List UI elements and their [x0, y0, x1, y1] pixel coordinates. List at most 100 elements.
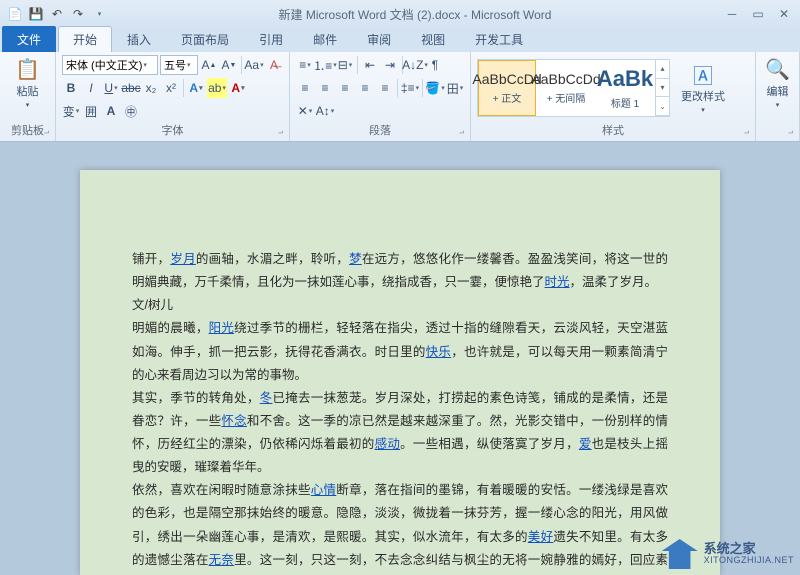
window-title: 新建 Microsoft Word 文档 (2).docx - Microsof…: [108, 6, 722, 23]
watermark-icon: [662, 539, 698, 569]
find-icon: 🔍: [766, 57, 790, 81]
document-area[interactable]: 铺开，岁月的画轴，水湄之畔，聆听，梦在远方，悠悠化作一缕馨香。盈盈浅笑间，将这一…: [0, 142, 800, 575]
style-heading1[interactable]: AaBk 标题 1: [596, 60, 654, 116]
shading-icon[interactable]: 🪣: [426, 78, 444, 98]
ribbon: 📋 粘贴 ▾ 剪贴板 宋体 (中文正文) 五号 A▲ A▼ Aa A̶ B: [0, 52, 800, 142]
group-styles: AaBbCcDd + 正文 AaBbCcDd + 无间隔 AaBk 标题 1 ▴…: [471, 52, 756, 141]
phonetic-icon[interactable]: 变: [62, 101, 80, 121]
link-happy[interactable]: 快乐: [426, 345, 452, 359]
bullets-icon[interactable]: ≡: [296, 55, 314, 75]
asian-layout-icon[interactable]: ✕: [296, 101, 314, 121]
border-char-icon[interactable]: 囲: [82, 101, 100, 121]
style-nospacing[interactable]: AaBbCcDd + 无间隔: [537, 60, 595, 116]
para-4[interactable]: 其实，季节的转角处，冬已掩去一抹葱茏。岁月深处，打捞起的素色诗笺，铺成的是柔情，…: [132, 387, 668, 480]
numbering-icon[interactable]: ⒈≡: [316, 55, 334, 75]
quick-access-toolbar: 📄 💾 ↶ ↷: [6, 5, 108, 23]
minimize-icon[interactable]: ─: [722, 6, 742, 22]
link-feel[interactable]: 感动: [375, 437, 401, 451]
link-sun[interactable]: 阳光: [209, 321, 235, 335]
indent-dec-icon[interactable]: ⇤: [361, 55, 379, 75]
para-5[interactable]: 依然，喜欢在闲暇时随意涂抹些心情断章，落在指间的墨锦，有着暖暖的安恬。一缕浅绿是…: [132, 479, 668, 575]
align-justify-icon[interactable]: ≡: [356, 78, 374, 98]
change-case-icon[interactable]: Aa: [245, 55, 263, 75]
clear-format-icon[interactable]: A̶: [265, 55, 283, 75]
paste-label: 粘贴: [17, 83, 39, 99]
tab-review[interactable]: 审阅: [352, 26, 406, 52]
show-marks-icon[interactable]: ¶: [426, 55, 444, 75]
group-label-clipboard: 剪贴板: [6, 121, 49, 139]
style-gallery[interactable]: AaBbCcDd + 正文 AaBbCcDd + 无间隔 AaBk 标题 1 ▴…: [477, 59, 670, 117]
link-void[interactable]: 无奈: [209, 553, 235, 567]
link-love[interactable]: 爱: [579, 437, 592, 451]
asian-layout2-icon[interactable]: A↕: [316, 101, 334, 121]
underline-icon[interactable]: U: [102, 78, 120, 98]
restore-icon[interactable]: ▭: [748, 6, 768, 22]
enclose-char-icon[interactable]: ㊥: [122, 101, 140, 121]
word-icon[interactable]: 📄: [6, 5, 24, 23]
paste-button[interactable]: 📋 粘贴 ▾: [12, 55, 44, 111]
shrink-font-icon[interactable]: A▼: [220, 55, 238, 75]
watermark-url: XITONGZHIJIA.NET: [704, 556, 794, 566]
indent-inc-icon[interactable]: ⇥: [381, 55, 399, 75]
group-editing: 🔍 编辑 ▾: [756, 52, 800, 141]
align-distribute-icon[interactable]: ≡: [376, 78, 394, 98]
bold-icon[interactable]: B: [62, 78, 80, 98]
strike-icon[interactable]: abc: [122, 78, 140, 98]
tab-layout[interactable]: 页面布局: [166, 26, 244, 52]
text-effects-icon[interactable]: A: [187, 78, 205, 98]
font-color-icon[interactable]: A: [229, 78, 247, 98]
close-icon[interactable]: ✕: [774, 6, 794, 22]
tab-view[interactable]: 视图: [406, 26, 460, 52]
link-winter[interactable]: 冬: [260, 391, 273, 405]
line-spacing-icon[interactable]: ‡≡: [401, 78, 419, 98]
link-mood[interactable]: 心情: [311, 483, 337, 497]
redo-icon[interactable]: ↷: [69, 5, 87, 23]
page[interactable]: 铺开，岁月的画轴，水湄之畔，聆听，梦在远方，悠悠化作一缕馨香。盈盈浅笑间，将这一…: [80, 170, 720, 575]
tab-file[interactable]: 文件: [2, 26, 56, 52]
window-controls: ─ ▭ ✕: [722, 6, 794, 22]
align-left-icon[interactable]: ≡: [296, 78, 314, 98]
sort-icon[interactable]: A↓Z: [406, 55, 424, 75]
link-miss[interactable]: 怀念: [221, 414, 247, 428]
link-time[interactable]: 时光: [545, 275, 570, 289]
group-paragraph: ≡ ⒈≡ ⊟ ⇤ ⇥ A↓Z ¶ ≡ ≡ ≡ ≡ ≡ ‡≡: [290, 52, 471, 141]
undo-icon[interactable]: ↶: [48, 5, 66, 23]
style-normal[interactable]: AaBbCcDd + 正文: [478, 60, 536, 116]
font-size-combo[interactable]: 五号: [160, 55, 198, 75]
link-good[interactable]: 美好: [528, 530, 554, 544]
link-years[interactable]: 岁月: [170, 252, 196, 266]
change-styles-button[interactable]: 🄰 更改样式 ▾: [677, 60, 729, 116]
para-3[interactable]: 明媚的晨曦，阳光绕过季节的栅栏，轻轻落在指尖，透过十指的缝隙看天，云淡风轻，天空…: [132, 317, 668, 386]
find-button[interactable]: 🔍 编辑 ▾: [762, 55, 794, 111]
para-2[interactable]: 文/树儿: [132, 294, 668, 317]
watermark: 系统之家 XITONGZHIJIA.NET: [662, 539, 794, 569]
highlight-icon[interactable]: ab: [207, 78, 227, 98]
align-right-icon[interactable]: ≡: [336, 78, 354, 98]
watermark-name: 系统之家: [704, 542, 794, 556]
multilevel-icon[interactable]: ⊟: [336, 55, 354, 75]
group-font: 宋体 (中文正文) 五号 A▲ A▼ Aa A̶ B I U abc x₂ x²: [56, 52, 290, 141]
gallery-scroll[interactable]: ▴▾⌄: [655, 60, 669, 116]
tab-home[interactable]: 开始: [58, 26, 112, 52]
align-center-icon[interactable]: ≡: [316, 78, 334, 98]
link-dream[interactable]: 梦: [349, 252, 362, 266]
borders-icon[interactable]: 田: [446, 78, 464, 98]
tab-developer[interactable]: 开发工具: [460, 26, 538, 52]
paste-icon: 📋: [16, 57, 40, 81]
font-name-combo[interactable]: 宋体 (中文正文): [62, 55, 158, 75]
tab-insert[interactable]: 插入: [112, 26, 166, 52]
char-shading-icon[interactable]: A: [102, 101, 120, 121]
superscript-icon[interactable]: x²: [162, 78, 180, 98]
tab-references[interactable]: 引用: [244, 26, 298, 52]
qat-customize-icon[interactable]: [90, 5, 108, 23]
italic-icon[interactable]: I: [82, 78, 100, 98]
tab-mailings[interactable]: 邮件: [298, 26, 352, 52]
grow-font-icon[interactable]: A▲: [200, 55, 218, 75]
subscript-icon[interactable]: x₂: [142, 78, 160, 98]
save-icon[interactable]: 💾: [27, 5, 45, 23]
group-label-editing: [762, 137, 793, 139]
change-styles-icon: 🄰: [691, 62, 715, 86]
group-label-font: 字体: [62, 121, 283, 139]
group-label-styles: 样式: [477, 121, 749, 139]
para-1[interactable]: 铺开，岁月的画轴，水湄之畔，聆听，梦在远方，悠悠化作一缕馨香。盈盈浅笑间，将这一…: [132, 248, 668, 294]
